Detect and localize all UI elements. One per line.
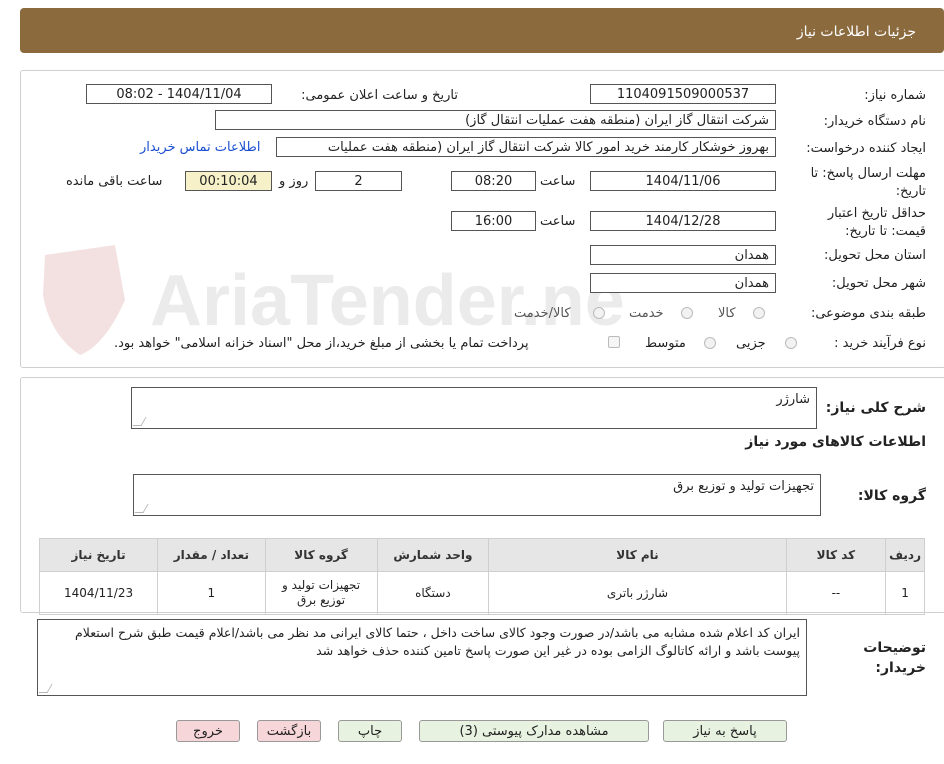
announce-field[interactable]: 1404/11/04 - 08:02 xyxy=(86,84,272,104)
cell-row-number: 1 xyxy=(885,571,925,615)
goods-info-title: اطلاعات کالاهای مورد نیاز xyxy=(745,434,926,450)
province-field[interactable]: همدان xyxy=(590,245,776,265)
table-row: 1 -- شارژر باتری دستگاه تجهیزات تولید و … xyxy=(38,571,925,615)
back-button[interactable]: بازگشت xyxy=(257,720,321,742)
col-header-code: کد کالا xyxy=(785,538,887,572)
exit-button[interactable]: خروج xyxy=(176,720,240,742)
need-number-field[interactable]: 1104091509000537 xyxy=(590,84,776,104)
buyer-notes-text: ایران کد اعلام شده مشابه می باشد/در صورت… xyxy=(75,625,800,658)
days-label: روز و xyxy=(279,174,309,189)
validity-time-label: ساعت xyxy=(540,214,576,229)
process-radio-minor[interactable] xyxy=(785,337,797,349)
creator-field[interactable]: بهروز خوشکار کارمند خرید امور کالا شرکت … xyxy=(276,137,776,157)
buyer-notes-label-2: خریدار: xyxy=(875,660,926,676)
process-label: نوع فرآیند خرید : xyxy=(834,336,926,351)
treasury-checkbox[interactable] xyxy=(608,336,620,348)
items-table: ردیف کد کالا نام کالا واحد شمارش گروه کا… xyxy=(38,538,925,615)
validity-label-2: قیمت: تا تاریخ: xyxy=(845,224,926,239)
goods-group-label: گروه کالا: xyxy=(857,488,926,504)
days-field[interactable]: 2 xyxy=(315,171,402,191)
col-header-unit: واحد شمارش xyxy=(376,538,490,572)
buyer-notes-label-1: توضیحات xyxy=(863,640,926,656)
summary-textarea[interactable]: شارژر xyxy=(131,387,817,429)
buyer-org-label: نام دستگاه خریدار: xyxy=(823,114,926,129)
col-header-row-number: ردیف xyxy=(885,538,925,572)
category-radio-goods[interactable] xyxy=(753,307,765,319)
treasury-note: پرداخت تمام یا بخشی از مبلغ خرید،از محل … xyxy=(114,336,529,351)
category-radio-service[interactable] xyxy=(681,307,693,319)
process-option-minor: جزیی xyxy=(736,336,766,351)
col-header-date: تاریخ نیاز xyxy=(38,538,159,572)
col-header-name: نام کالا xyxy=(488,538,787,572)
validity-label-1: حداقل تاریخ اعتبار xyxy=(827,206,926,221)
province-label: استان محل تحویل: xyxy=(824,248,926,263)
reply-button[interactable]: پاسخ به نیاز xyxy=(663,720,787,742)
category-label: طبقه بندی موضوعی: xyxy=(810,306,926,321)
deadline-label-1: مهلت ارسال پاسخ: تا xyxy=(810,166,926,181)
deadline-time-field[interactable]: 08:20 xyxy=(451,171,536,191)
validity-time-field[interactable]: 16:00 xyxy=(451,211,536,231)
page-title: جزئیات اطلاعات نیاز xyxy=(796,24,916,40)
buyer-notes-textarea[interactable]: ایران کد اعلام شده مشابه می باشد/در صورت… xyxy=(37,619,807,696)
cell-unit: دستگاه xyxy=(376,571,490,615)
cell-code: -- xyxy=(785,571,887,615)
process-option-medium: متوسط xyxy=(645,336,686,351)
attachments-button[interactable]: مشاهده مدارک پیوستی (3) xyxy=(419,720,649,742)
page-header: جزئیات اطلاعات نیاز xyxy=(20,8,944,53)
goods-group-text: تجهیزات تولید و توزیع برق xyxy=(673,479,814,494)
category-option-service: خدمت xyxy=(629,306,664,321)
validity-date-field[interactable]: 1404/12/28 xyxy=(590,211,776,231)
remaining-label: ساعت باقی مانده xyxy=(66,174,163,189)
cell-group: تجهیزات تولید و توزیع برق xyxy=(264,571,378,615)
cell-name: شارژر باتری xyxy=(488,571,787,615)
cell-date: 1404/11/23 xyxy=(38,571,159,615)
category-option-both: کالا/خدمت xyxy=(514,306,571,321)
need-number-label: شماره نیاز: xyxy=(864,88,926,103)
remaining-time-field: 00:10:04 xyxy=(185,171,272,191)
process-radio-medium[interactable] xyxy=(704,337,716,349)
city-label: شهر محل تحویل: xyxy=(831,276,926,291)
buyer-org-field[interactable]: شرکت انتقال گاز ایران (منطقه هفت عملیات … xyxy=(215,110,776,130)
cell-quantity: 1 xyxy=(157,571,266,615)
col-header-quantity: تعداد / مقدار xyxy=(157,538,266,572)
table-header-row: ردیف کد کالا نام کالا واحد شمارش گروه کا… xyxy=(38,538,925,572)
deadline-date-field[interactable]: 1404/11/06 xyxy=(590,171,776,191)
announce-label: تاریخ و ساعت اعلان عمومی: xyxy=(301,88,458,103)
contact-buyer-link[interactable]: اطلاعات تماس خریدار xyxy=(140,140,260,155)
print-button[interactable]: چاپ xyxy=(338,720,402,742)
resize-grip-icon[interactable] xyxy=(132,417,147,426)
deadline-time-label: ساعت xyxy=(540,174,576,189)
resize-grip-icon[interactable] xyxy=(134,504,149,513)
deadline-label-2: تاریخ: xyxy=(895,184,926,199)
category-option-goods: کالا xyxy=(718,306,736,321)
summary-text: شارژر xyxy=(776,392,810,407)
summary-label: شرح کلی نیاز: xyxy=(825,400,926,416)
col-header-group: گروه کالا xyxy=(264,538,378,572)
goods-group-textarea[interactable]: تجهیزات تولید و توزیع برق xyxy=(133,474,821,516)
resize-grip-icon[interactable] xyxy=(38,684,53,693)
city-field[interactable]: همدان xyxy=(590,273,776,293)
creator-label: ایجاد کننده درخواست: xyxy=(806,141,926,156)
category-radio-both[interactable] xyxy=(593,307,605,319)
